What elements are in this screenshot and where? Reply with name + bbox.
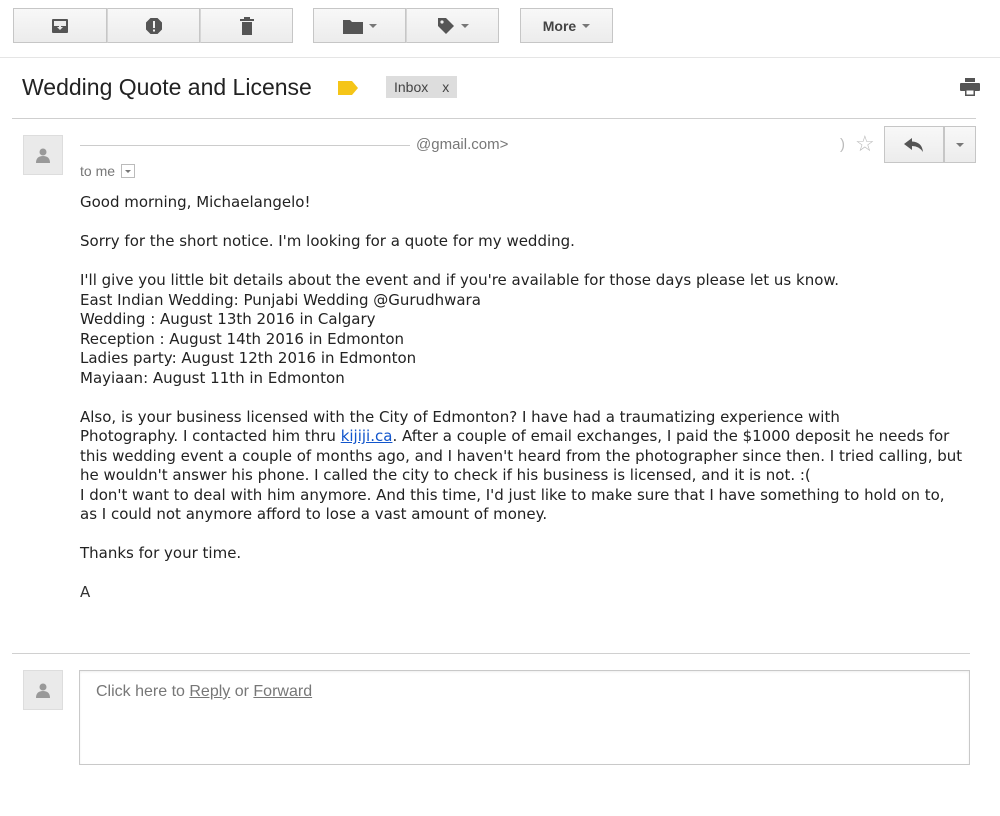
labels-button[interactable] <box>406 8 499 43</box>
more-button-group: More <box>520 8 613 43</box>
body-line: this wedding event a couple of months ag… <box>80 446 963 465</box>
subject-divider <box>12 118 976 119</box>
star-icon[interactable]: ☆ <box>855 131 875 157</box>
redacted-name <box>845 421 940 422</box>
body-line: Reception : August 14th 2016 in Edmonton <box>80 329 405 348</box>
quick-reply-box[interactable]: Click here to Reply or Forward <box>79 670 970 765</box>
more-button[interactable]: More <box>520 8 613 43</box>
inbox-label-chip: Inbox x <box>386 76 458 98</box>
chevron-down-icon <box>125 169 132 173</box>
closing-line: Thanks for your time. <box>80 544 242 562</box>
my-avatar <box>23 670 63 710</box>
body-line: Ladies party: August 12th 2016 in Edmont… <box>80 349 417 367</box>
archive-button[interactable] <box>13 8 107 43</box>
body-text-segment: Also, is your business licensed with the… <box>80 407 840 426</box>
person-icon <box>36 148 50 163</box>
report-spam-button[interactable] <box>107 8 200 43</box>
toolbar-divider <box>0 57 1000 58</box>
body-line: Also, is your business licensed with the… <box>80 408 970 428</box>
reply-prompt-text: Click here to <box>96 683 190 700</box>
message-date: ) <box>840 136 845 153</box>
important-marker-icon[interactable] <box>338 81 358 95</box>
archive-icon <box>52 18 68 33</box>
body-line: Photography. I contacted him thru kijiji… <box>80 427 970 447</box>
kijiji-link[interactable]: kijiji.ca <box>341 427 393 445</box>
body-text-segment: Photography. I contacted him thru <box>80 427 341 445</box>
more-button-label: More <box>542 17 577 34</box>
folder-icon <box>342 19 363 34</box>
person-icon <box>36 683 50 698</box>
to-me-label: to me <box>80 163 116 179</box>
chevron-down-icon <box>368 23 377 28</box>
recipient-line: to me <box>80 163 136 179</box>
body-line: East Indian Wedding: Punjabi Wedding @Gu… <box>80 290 481 309</box>
reply-prompt-text: or <box>230 683 254 700</box>
print-icon[interactable] <box>960 78 980 96</box>
chevron-down-icon <box>956 142 964 147</box>
inbox-label-text[interactable]: Inbox <box>394 76 428 98</box>
message-body: Good morning, Michaelangelo! Sorry for t… <box>80 193 970 603</box>
reply-prompt: Click here to Reply or Forward <box>96 683 312 701</box>
sender-address: @gmail.com> <box>80 136 508 153</box>
body-line: Wedding : August 13th 2016 in Calgary <box>80 310 376 328</box>
body-line: Mayiaan: August 11th in Edmonton <box>80 368 345 387</box>
sender-avatar[interactable] <box>23 135 63 175</box>
reply-button-group <box>884 126 976 163</box>
greeting: Good morning, Michaelangelo! <box>80 193 311 211</box>
delete-button[interactable] <box>200 8 293 43</box>
move-to-button[interactable] <box>313 8 406 43</box>
organize-button-group <box>313 8 499 43</box>
reply-icon <box>904 137 923 152</box>
body-line: Sorry for the short notice. I'm looking … <box>80 232 575 250</box>
body-text-segment: . After a couple of email exchanges, I p… <box>392 427 950 445</box>
label-tag-icon <box>437 17 454 34</box>
reply-button[interactable] <box>884 126 944 163</box>
email-subject: Wedding Quote and License <box>22 74 312 100</box>
action-button-group <box>13 8 293 43</box>
forward-link[interactable]: Forward <box>253 683 312 700</box>
remove-label-button[interactable]: x <box>442 76 449 98</box>
toolbar: More <box>0 8 1000 45</box>
more-reply-options-button[interactable] <box>944 126 976 163</box>
subject-row: Wedding Quote and License Inbox x <box>22 72 980 104</box>
message-divider <box>12 653 970 654</box>
body-line: I'll give you little bit details about t… <box>80 271 840 289</box>
spam-icon <box>145 17 162 34</box>
body-line: he wouldn't answer his phone. I called t… <box>80 466 811 484</box>
trash-icon <box>239 16 254 35</box>
signature: A <box>80 583 91 601</box>
reply-link[interactable]: Reply <box>189 683 230 700</box>
show-details-button[interactable] <box>121 164 136 178</box>
sender-email-suffix: @gmail.com> <box>416 136 509 153</box>
body-line: as I could not anymore afford to lose a … <box>80 505 548 523</box>
chevron-down-icon <box>460 23 469 28</box>
body-line: I don't want to deal with him anymore. A… <box>80 485 945 504</box>
redacted-sender-name <box>80 144 410 146</box>
chevron-down-icon <box>582 23 591 28</box>
